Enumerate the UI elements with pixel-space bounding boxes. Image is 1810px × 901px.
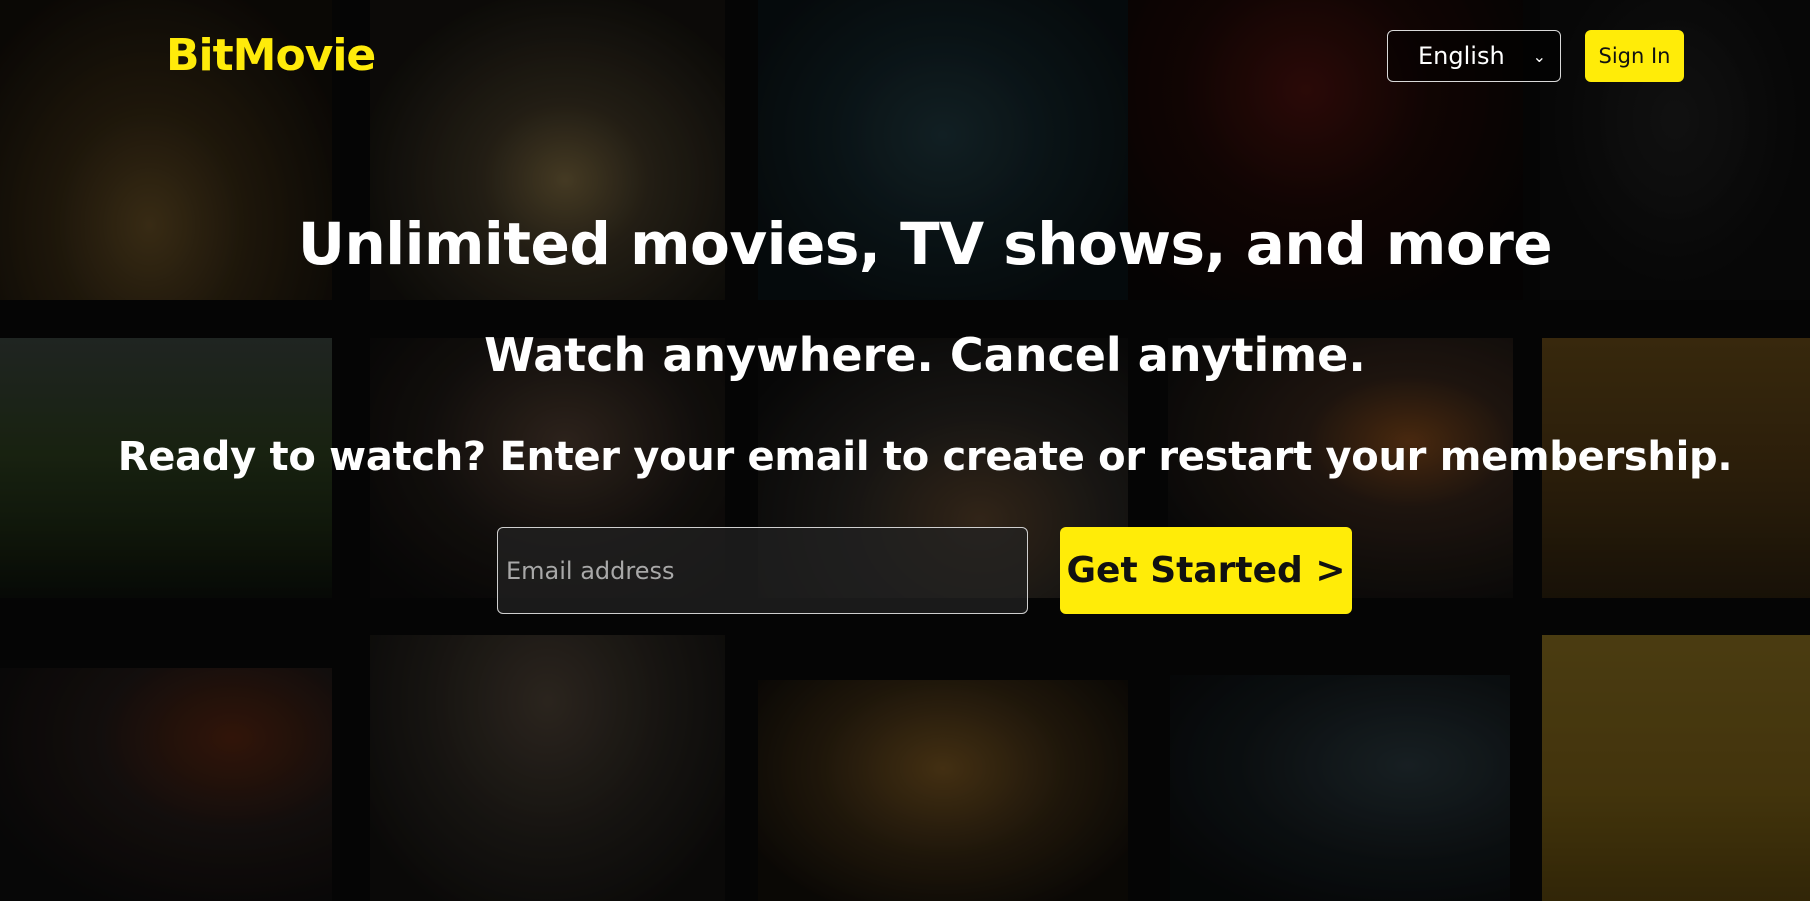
get-started-button[interactable]: Get Started > xyxy=(1060,527,1352,614)
chevron-down-icon: ⌄ xyxy=(1532,46,1546,66)
hero-subtitle: Watch anywhere. Cancel anytime. xyxy=(484,328,1366,382)
email-input[interactable] xyxy=(497,527,1028,614)
hero-cta-text: Ready to watch? Enter your email to crea… xyxy=(117,434,1733,480)
language-select-value: English xyxy=(1418,42,1505,70)
site-logo[interactable]: BitMovie xyxy=(166,30,376,81)
sign-in-button[interactable]: Sign In xyxy=(1585,30,1684,82)
language-select[interactable]: English ⌄ xyxy=(1387,30,1561,82)
hero-title: Unlimited movies, TV shows, and more xyxy=(297,210,1553,278)
